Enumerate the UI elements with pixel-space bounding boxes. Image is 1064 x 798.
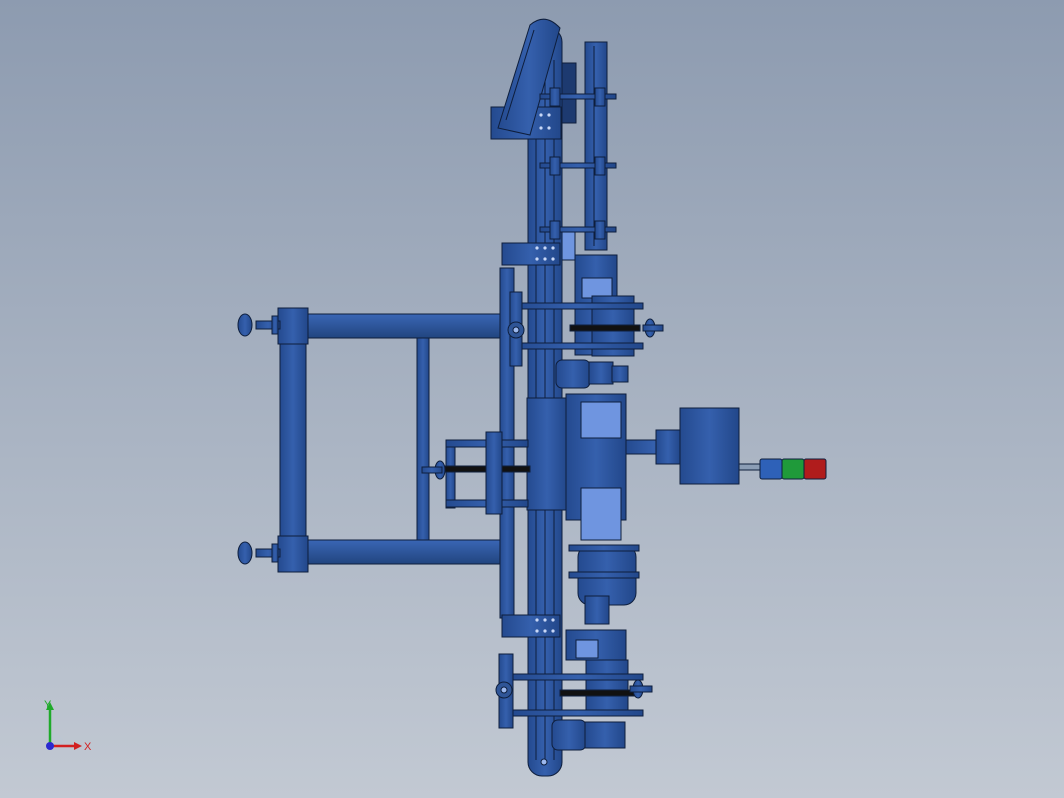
motor-box [679,407,762,485]
cross-plate-lower [501,614,561,638]
guide-rail-right [584,41,608,251]
leveling-foot-top [237,313,281,337]
machine-model[interactable] [0,0,1064,798]
x-axis-arrowhead [74,742,82,750]
y-axis-label: Y [44,699,52,711]
axis-triad: Y X [44,699,92,753]
z-axis-origin [46,742,54,750]
signal-tower-segment-1 [759,458,783,480]
x-axis-label: X [84,741,92,753]
signal-tower-segment-3 [803,458,827,480]
incline-belt [490,18,577,140]
leveling-foot-bottom [237,541,281,565]
cad-viewport[interactable]: Y X [0,0,1064,798]
station-bottom [495,629,653,751]
signal-tower-lamp [759,458,827,480]
station-lower [568,544,640,625]
signal-tower-segment-2 [781,458,805,480]
